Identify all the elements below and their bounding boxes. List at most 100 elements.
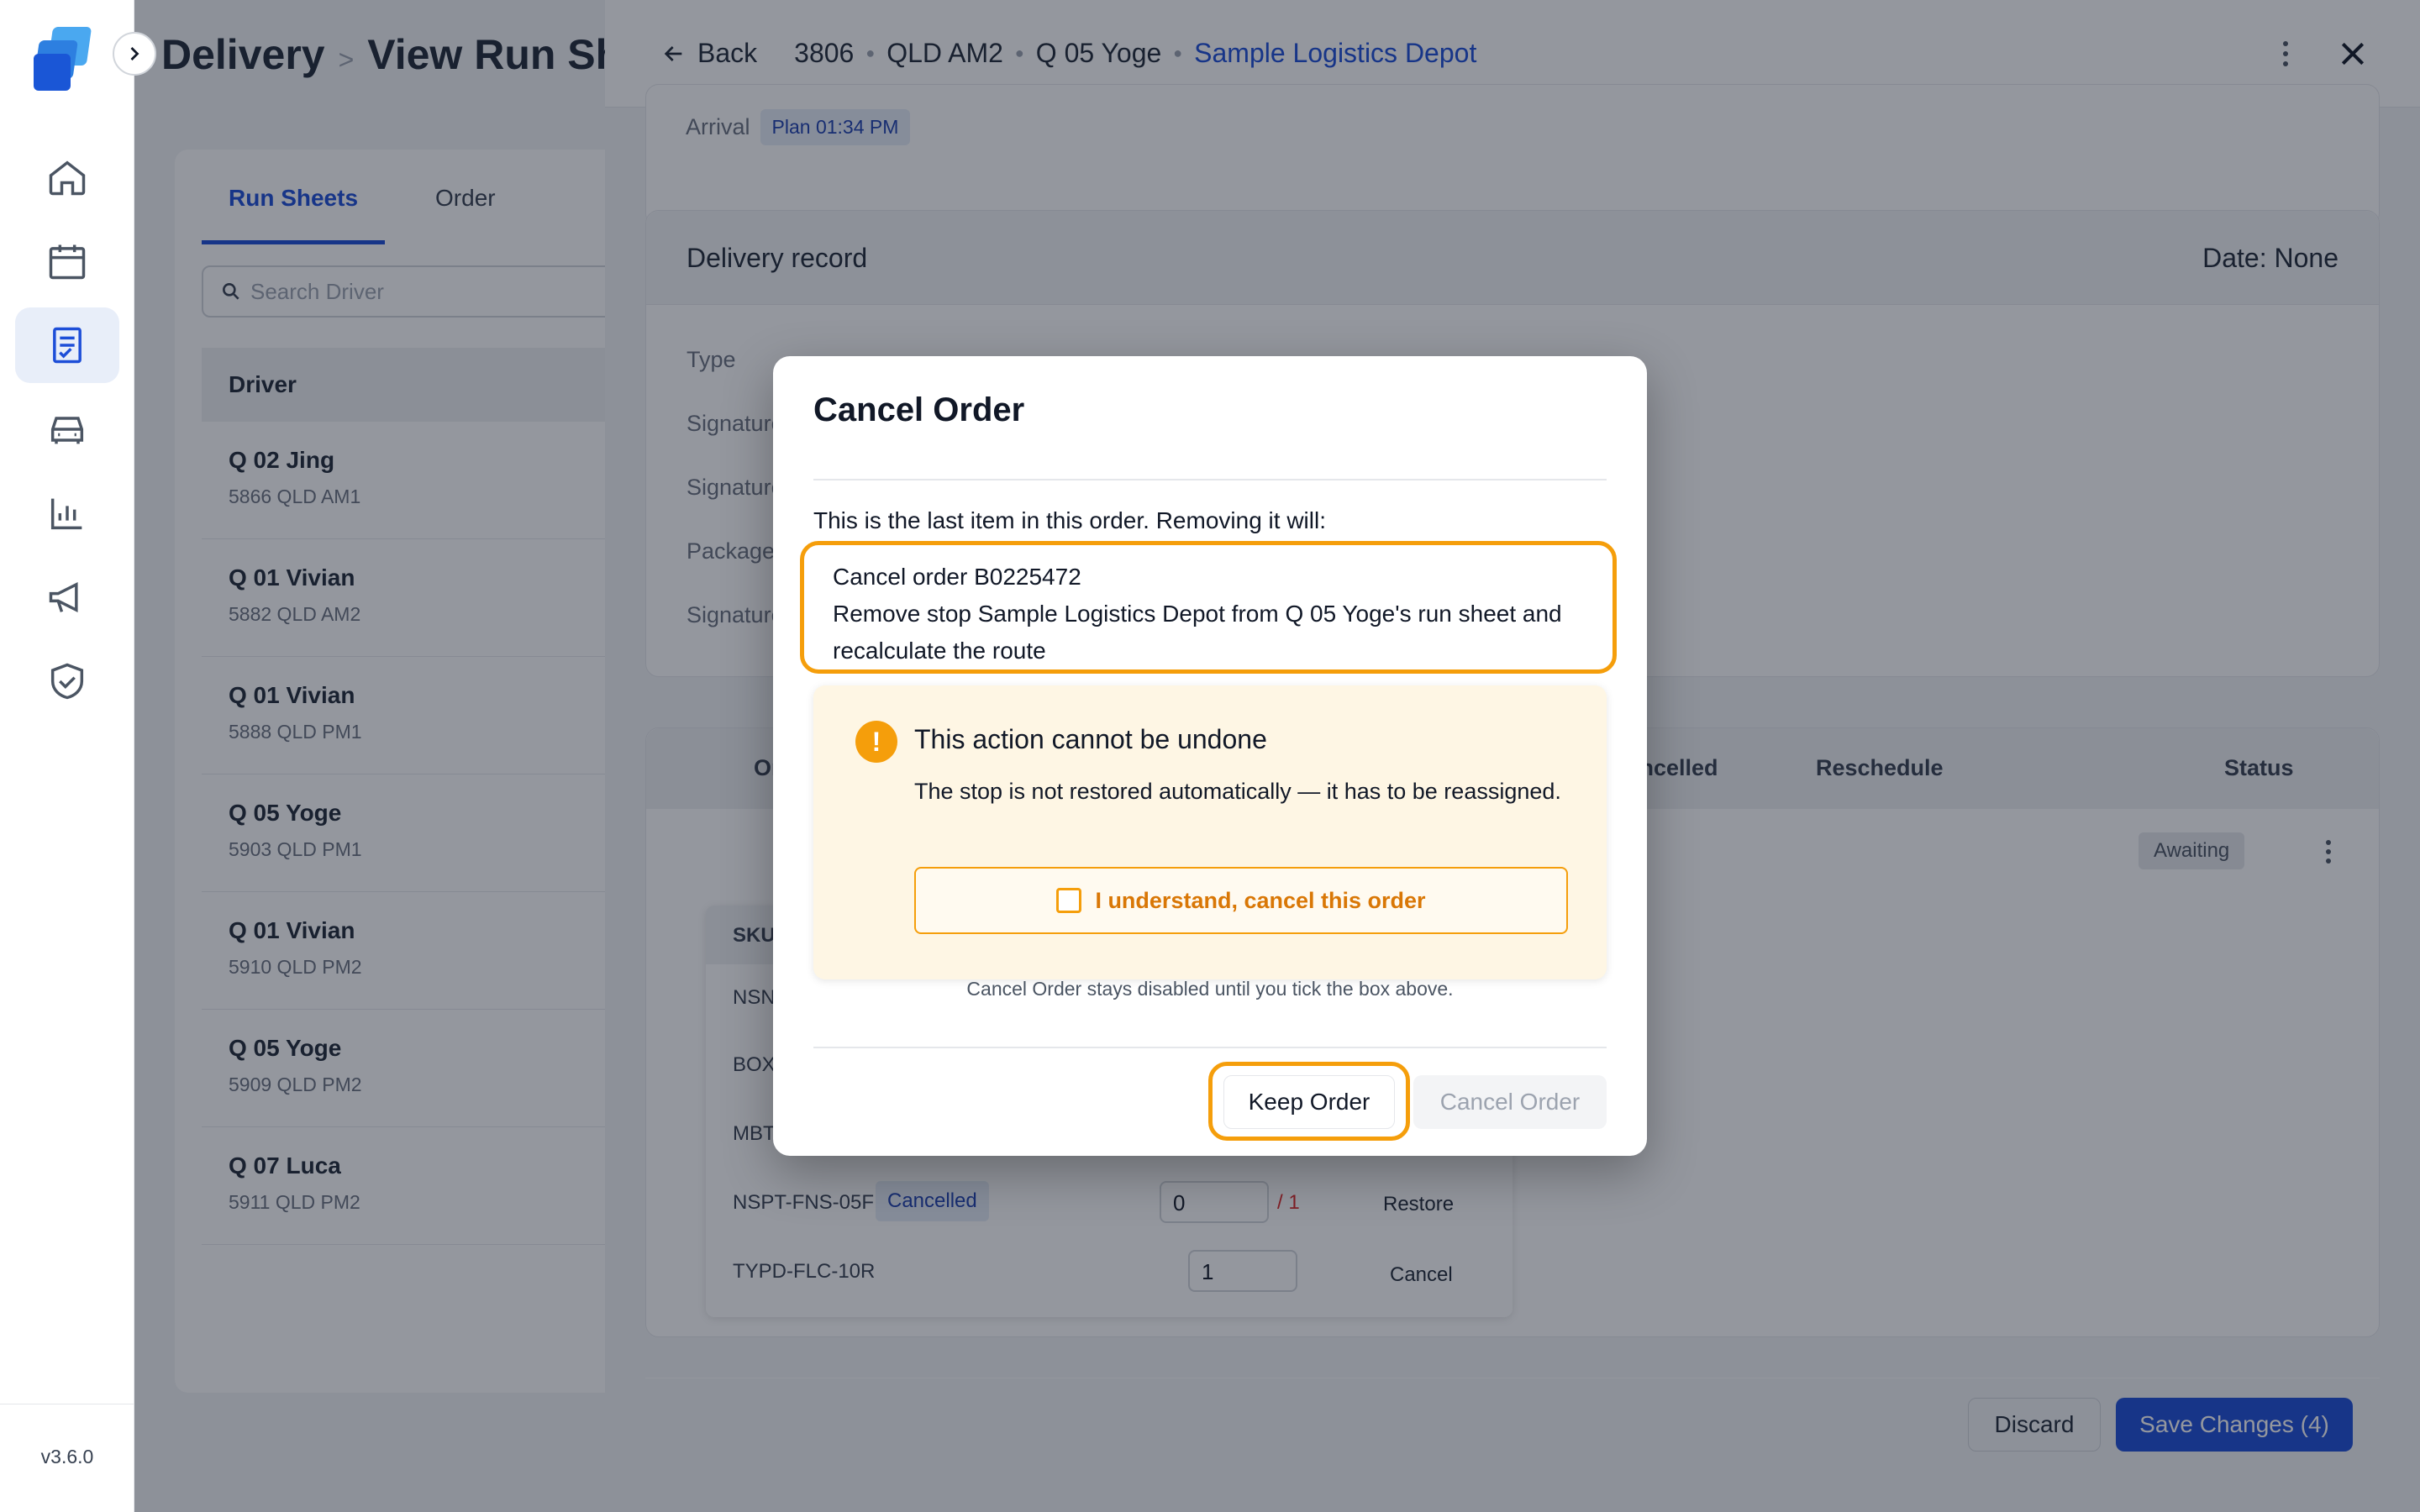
breadcrumb-delivery[interactable]: Delivery xyxy=(161,31,325,78)
record-label-signature: Signature xyxy=(687,411,784,436)
runsheet-icon[interactable] xyxy=(15,307,119,383)
record-label-type: Type xyxy=(687,347,736,372)
driver-row[interactable]: Q 01 Vivian 5888 QLD PM1 xyxy=(202,657,639,774)
driver-name: Q 05 Yoge xyxy=(229,800,342,826)
crumb-separator: ● xyxy=(1014,45,1024,61)
sku-code: BOX xyxy=(733,1053,776,1076)
consequence-remove-stop: Remove stop Sample Logistics Depot from … xyxy=(833,601,1562,664)
crumb-run-name: QLD AM2 xyxy=(886,38,1003,68)
cancelled-badge: Cancelled xyxy=(876,1181,989,1221)
cancel-item-button[interactable]: Cancel xyxy=(1390,1263,1453,1287)
col-status: Status xyxy=(2224,755,2294,780)
driver-run: 5909 QLD PM2 xyxy=(229,1074,362,1095)
record-label-signature: Signature xyxy=(687,475,784,500)
driver-run: 5911 QLD PM2 xyxy=(229,1191,360,1213)
crumb-run-id: 3806 xyxy=(794,38,855,68)
app-logo[interactable] xyxy=(30,22,104,96)
driver-row[interactable]: Q 05 Yoge 5903 QLD PM1 xyxy=(202,774,639,892)
keep-order-button[interactable]: Keep Order xyxy=(1223,1075,1395,1129)
col-sku: SKU xyxy=(733,924,776,947)
driver-name: Q 05 Yoge xyxy=(229,1035,342,1061)
megaphone-icon[interactable] xyxy=(15,559,119,635)
driver-run: 5866 QLD AM1 xyxy=(229,486,361,507)
vehicle-icon[interactable] xyxy=(15,391,119,467)
driver-run: 5888 QLD PM1 xyxy=(229,721,362,743)
arrow-left-icon xyxy=(664,45,682,61)
arrival-label: Arrival xyxy=(686,114,750,139)
crumb-separator: ● xyxy=(1173,45,1183,61)
sku-row: NSPT-FNS-05F Cancelled 0 / 1 Restore xyxy=(706,1169,1512,1236)
tab-run-sheets[interactable]: Run Sheets xyxy=(202,185,386,244)
save-changes-button[interactable]: Save Changes (4) xyxy=(2116,1398,2353,1452)
back-button[interactable]: Back xyxy=(660,38,757,69)
home-icon[interactable] xyxy=(15,139,119,215)
discard-button[interactable]: Discard xyxy=(1968,1398,2101,1452)
checkbox-icon[interactable] xyxy=(1056,888,1082,913)
driver-row[interactable]: Q 07 Luca 5911 QLD PM2 xyxy=(202,1127,639,1245)
search-driver-input[interactable]: Search Driver xyxy=(202,265,639,318)
cancel-order-dialog: Cancel Order This is the last item in th… xyxy=(773,356,1647,1156)
breadcrumb-view-run-sheets: View Run Sheets xyxy=(367,31,605,78)
search-icon xyxy=(223,283,239,300)
driver-name: Q 01 Vivian xyxy=(229,917,355,943)
sku-code: MBT xyxy=(733,1122,776,1145)
restore-button[interactable]: Restore xyxy=(1383,1193,1454,1216)
dialog-footer-divider xyxy=(813,1047,1607,1048)
chevron-right-icon xyxy=(130,47,139,60)
sku-row: TYPD-FLC-10R 1 Cancel xyxy=(706,1238,1512,1305)
more-options-icon[interactable] xyxy=(2282,39,2289,69)
row-options-icon[interactable] xyxy=(2325,839,2332,864)
sku-code: NSPT-FNS-05F xyxy=(733,1191,875,1214)
calendar-icon[interactable] xyxy=(15,223,119,299)
search-placeholder: Search Driver xyxy=(250,278,384,304)
expand-rail-button[interactable] xyxy=(113,32,156,76)
left-nav-rail: v3.6.0 xyxy=(0,0,134,1512)
quantity-input[interactable]: 0 xyxy=(1160,1181,1269,1223)
delivery-record-header: Delivery record Date: None xyxy=(646,211,2379,305)
run-sheet-tabs: Run Sheets Order xyxy=(202,185,523,244)
status-badge: Awaiting xyxy=(2139,832,2245,869)
consequence-cancel-order: Cancel order B0225472 xyxy=(833,564,1081,590)
warning-text: The stop is not restored automatically —… xyxy=(914,779,1561,804)
arrival-panel xyxy=(645,84,2380,227)
warning-title: This action cannot be undone xyxy=(914,724,1267,754)
arrival-row: Arrival Plan 01:34 PM xyxy=(686,109,911,145)
driver-name: Q 01 Vivian xyxy=(229,564,355,591)
driver-run: 5882 QLD AM2 xyxy=(229,603,361,625)
record-label-package: Package xyxy=(687,538,776,564)
crumb-separator: ● xyxy=(865,45,876,61)
shield-check-icon[interactable] xyxy=(15,643,119,719)
irreversible-warning: ! This action cannot be undone The stop … xyxy=(813,685,1607,979)
quantity-max: / 1 xyxy=(1277,1191,1300,1214)
driver-row[interactable]: Q 05 Yoge 5909 QLD PM2 xyxy=(202,1010,639,1127)
driver-run: 5910 QLD PM2 xyxy=(229,956,362,978)
crumb-driver: Q 05 Yoge xyxy=(1035,38,1162,68)
driver-name: Q 07 Luca xyxy=(229,1152,341,1179)
arrival-plan-badge: Plan 01:34 PM xyxy=(760,109,911,145)
page-breadcrumb: Delivery>View Run Sheets xyxy=(161,30,605,79)
dialog-divider xyxy=(813,479,1607,480)
close-icon[interactable] xyxy=(2336,37,2370,71)
driver-name: Q 01 Vivian xyxy=(229,682,355,708)
tab-order[interactable]: Order xyxy=(385,185,523,244)
acknowledge-checkbox[interactable]: I understand, cancel this order xyxy=(914,867,1568,934)
col-reschedule: Reschedule xyxy=(1816,755,1944,780)
cancel-order-button[interactable]: Cancel Order xyxy=(1413,1075,1607,1129)
acknowledge-label[interactable]: I understand, cancel this order xyxy=(1095,888,1425,914)
app-version: v3.6.0 xyxy=(40,1446,94,1467)
driver-row[interactable]: Q 02 Jing 5866 QLD AM1 xyxy=(202,422,639,539)
quantity-input[interactable]: 1 xyxy=(1188,1250,1297,1292)
warning-icon: ! xyxy=(855,721,897,763)
dialog-intro: This is the last item in this order. Rem… xyxy=(813,507,1326,533)
driver-name: Q 02 Jing xyxy=(229,447,335,473)
disabled-hint: Cancel Order stays disabled until you ti… xyxy=(966,978,1454,1000)
driver-column-header: Driver xyxy=(202,348,639,422)
driver-row[interactable]: Q 01 Vivian 5910 QLD PM2 xyxy=(202,892,639,1010)
crumb-stop-link[interactable]: Sample Logistics Depot xyxy=(1194,38,1476,69)
consequences-box: Cancel order B0225472 Remove stop Sample… xyxy=(800,541,1617,674)
back-label: Back xyxy=(697,38,758,68)
delivery-record-title: Delivery record xyxy=(687,243,868,273)
driver-run: 5903 QLD PM1 xyxy=(229,838,362,860)
driver-row[interactable]: Q 01 Vivian 5882 QLD AM2 xyxy=(202,539,639,657)
chart-icon[interactable] xyxy=(15,475,119,551)
